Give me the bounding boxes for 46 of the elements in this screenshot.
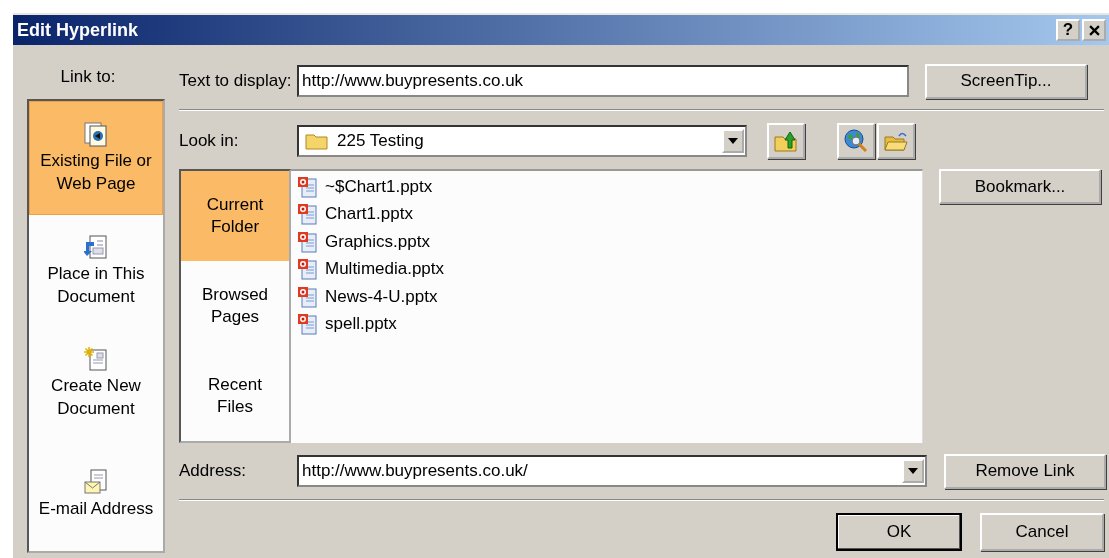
file-name[interactable]: spell.pptx	[325, 314, 397, 335]
browse-file-button[interactable]	[877, 123, 915, 159]
cancel-button[interactable]: Cancel	[980, 513, 1104, 551]
presentation-file-icon	[297, 203, 317, 226]
file-name[interactable]: Chart1.pptx	[325, 204, 413, 225]
folder-up-button[interactable]	[767, 123, 805, 159]
link-type-option[interactable]: Existing File or Web Page	[29, 101, 163, 215]
presentation-file-icon	[297, 258, 317, 281]
document-icon	[84, 121, 108, 148]
link-type-option[interactable]: E-mail Address	[29, 439, 163, 551]
folder-up-arrow-icon	[774, 130, 798, 152]
places-option[interactable]: Recent Files	[181, 351, 289, 441]
file-name[interactable]: Multimedia.pptx	[325, 259, 445, 280]
presentation-file-icon	[297, 175, 317, 198]
presentation-file-icon	[297, 285, 317, 308]
address-field[interactable]: http://www.buypresents.co.uk/	[297, 455, 927, 487]
help-button[interactable]: ?	[1056, 19, 1080, 41]
envelope-document-icon	[84, 469, 108, 496]
presentation-file-icon	[297, 230, 317, 253]
new-document-icon	[84, 346, 108, 373]
presentation-file-icon	[297, 313, 317, 336]
folder-icon	[305, 131, 329, 151]
file-name[interactable]: Graphics.pptx	[325, 231, 430, 252]
open-folder-icon	[884, 130, 908, 152]
look-in-dropdown[interactable]: 225 Testing	[297, 125, 747, 157]
close-button[interactable]	[1082, 19, 1106, 41]
places-option[interactable]: Current Folder	[181, 171, 289, 261]
remove-link-button[interactable]: Remove Link	[944, 453, 1106, 489]
document-arrow-icon	[84, 234, 108, 261]
text-to-display-field[interactable]: http://www.buypresents.co.uk	[297, 65, 909, 97]
link-to-label: Link to:	[59, 67, 117, 87]
close-icon	[1088, 24, 1100, 36]
globe-magnifier-icon	[844, 129, 868, 153]
link-type-option[interactable]: Place in This Document	[29, 215, 163, 327]
text-to-display-label: Text to display:	[179, 71, 293, 91]
address-label: Address:	[179, 461, 248, 481]
look-in-label: Look in:	[179, 131, 240, 151]
ok-button[interactable]: OK	[836, 513, 962, 551]
places-option[interactable]: Browsed Pages	[181, 261, 289, 351]
browse-web-button[interactable]	[837, 123, 875, 159]
window-title: Edit Hyperlink	[17, 19, 139, 41]
file-name[interactable]: News-4-U.pptx	[325, 286, 438, 307]
file-name[interactable]: ~$Chart1.pptx	[325, 176, 433, 197]
link-type-option[interactable]: Create New Document	[29, 327, 163, 439]
bookmark-button[interactable]: Bookmark...	[939, 169, 1101, 204]
screentip-button[interactable]: ScreenTip...	[925, 63, 1087, 99]
